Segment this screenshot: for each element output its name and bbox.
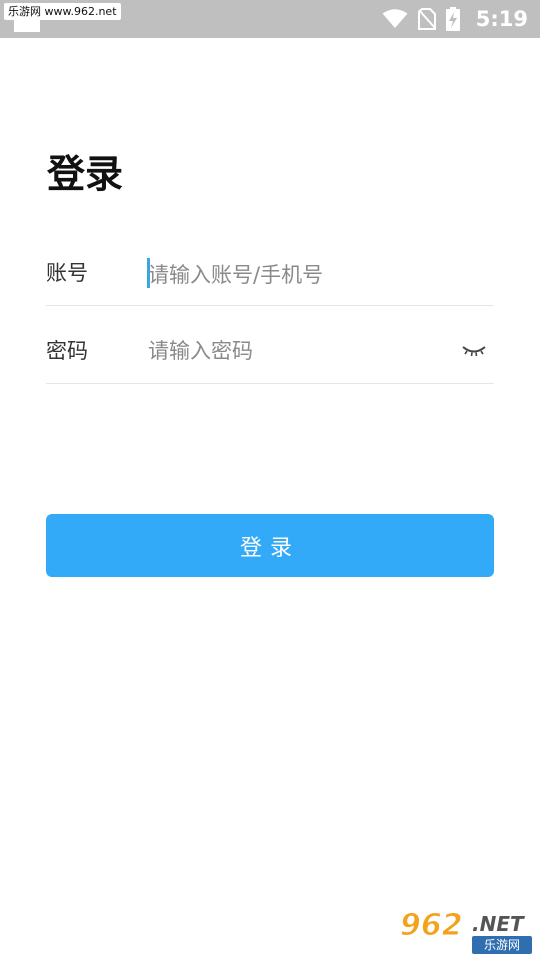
login-screen: 乐游网 www.962.net 5:19 登录 账号 密码 (0, 0, 540, 960)
battery-charging-icon (445, 7, 460, 31)
notification-icon (14, 20, 40, 32)
wifi-icon (382, 9, 408, 28)
account-label: 账号 (46, 261, 88, 285)
account-row: 账号 (46, 228, 494, 306)
clock: 5:19 (475, 7, 528, 31)
account-input[interactable] (148, 258, 448, 292)
password-row: 密码 (46, 306, 494, 384)
page-title: 登录 (47, 152, 124, 196)
watermark-logo: 962 .NET 乐游网 (400, 908, 534, 956)
password-input[interactable] (148, 334, 448, 368)
login-button[interactable]: 登录 (46, 514, 494, 577)
status-icons: 5:19 (382, 0, 528, 38)
watermark-top: 乐游网 www.962.net (4, 3, 121, 20)
status-bar: 乐游网 www.962.net 5:19 (0, 0, 540, 38)
no-sim-icon (417, 8, 436, 30)
watermark-suffix: .NET (472, 912, 524, 936)
eye-closed-icon[interactable] (462, 344, 486, 358)
password-label: 密码 (46, 339, 88, 363)
watermark-number: 962 (400, 908, 464, 944)
watermark-site: 乐游网 (472, 936, 532, 954)
